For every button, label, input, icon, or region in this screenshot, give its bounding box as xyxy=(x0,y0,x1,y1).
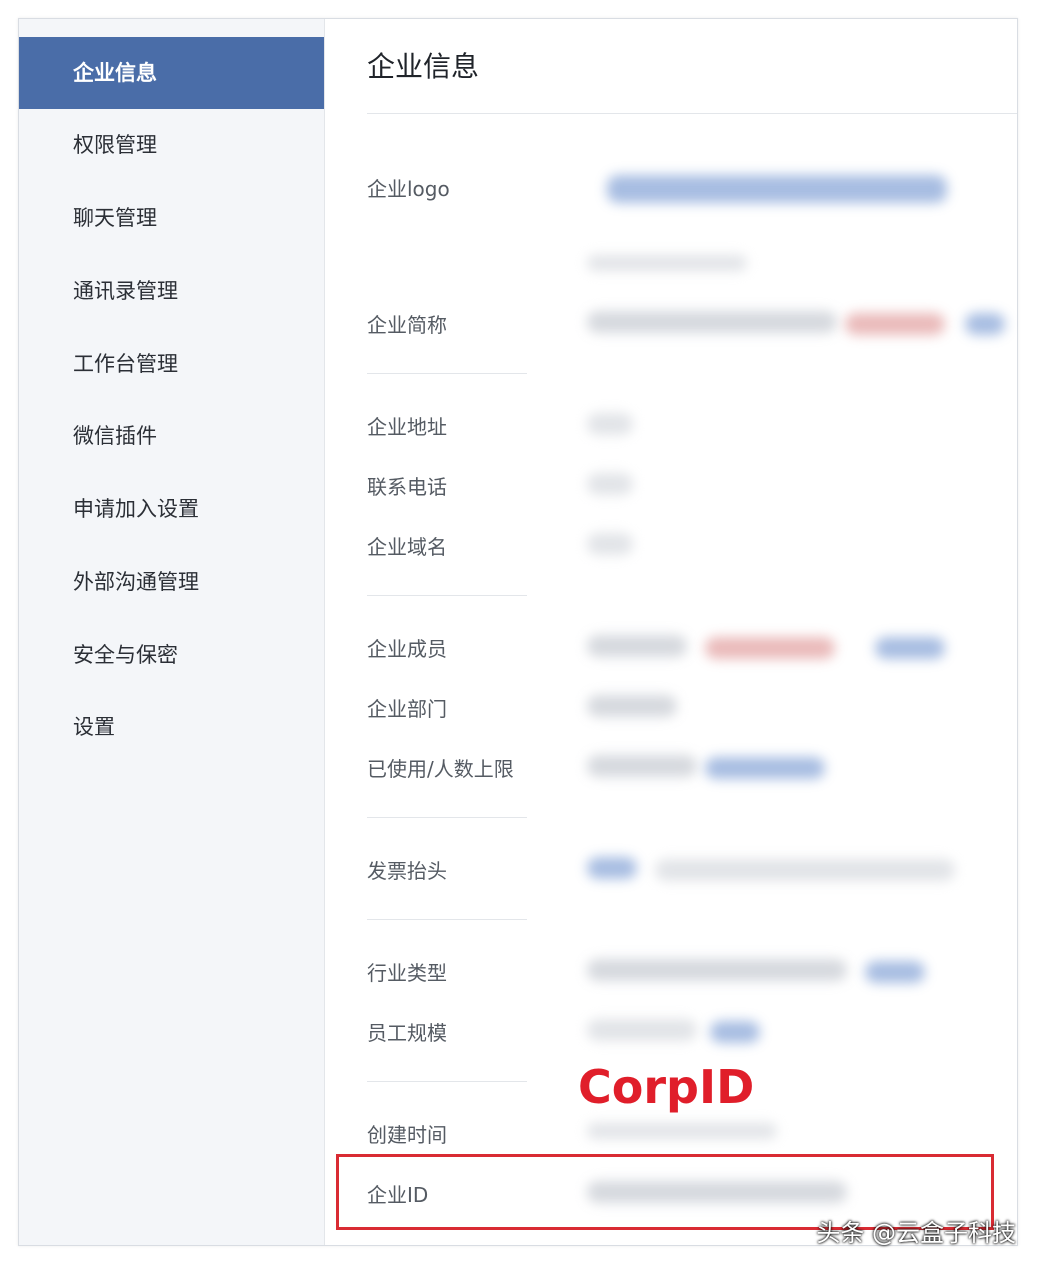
sidebar-item-permissions[interactable]: 权限管理 xyxy=(19,109,324,181)
divider xyxy=(367,595,527,596)
field-label-departments: 企业部门 xyxy=(367,697,447,721)
sidebar-item-wechat-plugin[interactable]: 微信插件 xyxy=(19,400,324,472)
title-divider xyxy=(367,113,1017,114)
usage-link-redacted xyxy=(705,757,825,779)
field-label-industry: 行业类型 xyxy=(367,961,447,985)
field-label-members: 企业成员 xyxy=(367,637,447,661)
staff-size-value-redacted xyxy=(587,1019,697,1041)
watermark: 头条 @云盒子科技 xyxy=(816,1219,1016,1247)
logo-value-redacted xyxy=(607,175,947,203)
industry-link-redacted xyxy=(865,961,925,983)
field-label-staff-size: 员工规模 xyxy=(367,1021,447,1045)
sidebar-item-workbench[interactable]: 工作台管理 xyxy=(19,328,324,400)
sidebar-item-external-comm[interactable]: 外部沟通管理 xyxy=(19,546,324,618)
field-label-logo: 企业logo xyxy=(367,177,450,201)
divider xyxy=(367,919,527,920)
field-label-phone: 联系电话 xyxy=(367,475,447,499)
sidebar-item-join-settings[interactable]: 申请加入设置 xyxy=(19,473,324,545)
staff-size-link-redacted xyxy=(710,1021,760,1043)
invoice-value-redacted xyxy=(655,859,955,881)
departments-value-redacted xyxy=(587,695,677,717)
sidebar-item-settings[interactable]: 设置 xyxy=(19,691,324,763)
short-name-tag-redacted xyxy=(845,313,945,335)
corpid-callout: CorpID xyxy=(578,1060,755,1114)
divider xyxy=(367,817,527,818)
sidebar-item-company-info[interactable]: 企业信息 xyxy=(19,37,324,109)
page-title: 企业信息 xyxy=(367,50,480,83)
field-label-short-name: 企业简称 xyxy=(367,313,447,337)
sidebar-item-chat[interactable]: 聊天管理 xyxy=(19,182,324,254)
invoice-link-redacted xyxy=(587,857,637,879)
members-link-redacted xyxy=(875,637,945,659)
field-label-domain: 企业域名 xyxy=(367,535,447,559)
admin-window: 企业信息 权限管理 聊天管理 通讯录管理 工作台管理 微信插件 申请加入设置 外… xyxy=(18,18,1018,1246)
divider xyxy=(367,1081,527,1082)
domain-value-redacted xyxy=(587,533,633,555)
field-label-created: 创建时间 xyxy=(367,1123,447,1147)
usage-value-redacted xyxy=(587,755,697,777)
field-label-usage: 已使用/人数上限 xyxy=(367,757,514,781)
short-name-edit-redacted xyxy=(965,313,1005,335)
short-name-hint-redacted xyxy=(587,255,747,271)
sidebar-item-security[interactable]: 安全与保密 xyxy=(19,619,324,691)
members-value-redacted xyxy=(587,635,687,657)
address-value-redacted xyxy=(587,413,633,435)
field-label-invoice: 发票抬头 xyxy=(367,859,447,883)
short-name-value-redacted xyxy=(587,311,837,333)
sidebar: 企业信息 权限管理 聊天管理 通讯录管理 工作台管理 微信插件 申请加入设置 外… xyxy=(19,19,325,1245)
divider xyxy=(367,373,527,374)
members-tag-redacted xyxy=(705,637,835,659)
phone-value-redacted xyxy=(587,473,633,495)
created-value-redacted xyxy=(587,1123,777,1139)
industry-value-redacted xyxy=(587,959,847,981)
field-label-address: 企业地址 xyxy=(367,415,447,439)
sidebar-item-contacts[interactable]: 通讯录管理 xyxy=(19,255,324,327)
